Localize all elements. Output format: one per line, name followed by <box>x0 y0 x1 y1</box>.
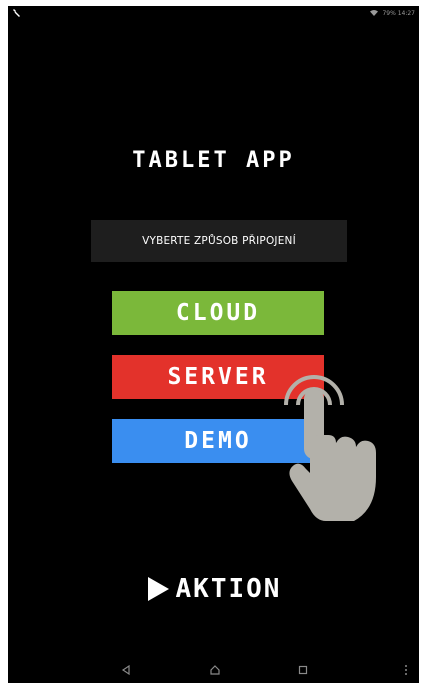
status-text: 79% 14:27 <box>382 9 415 17</box>
status-bar: 79% 14:27 <box>8 6 419 20</box>
tablet-screen: 79% 14:27 TABLET APP VYBERTE ZPŮSOB PŘIP… <box>8 6 419 683</box>
play-triangle-icon <box>147 577 169 601</box>
wifi-icon <box>370 10 379 16</box>
wrench-icon <box>13 9 20 17</box>
app-title: TABLET APP <box>132 148 295 173</box>
navigation-bar <box>8 657 419 683</box>
connection-prompt: VYBERTE ZPŮSOB PŘIPOJENÍ <box>142 235 296 247</box>
brand-logo: AKTION <box>8 574 419 604</box>
cloud-button[interactable]: CLOUD <box>112 291 324 335</box>
brand-name: AKTION <box>175 574 282 604</box>
connection-prompt-box: VYBERTE ZPŮSOB PŘIPOJENÍ <box>91 220 347 262</box>
home-icon[interactable] <box>210 665 220 675</box>
hand-pointer-icon <box>284 375 376 521</box>
recents-icon[interactable] <box>298 665 308 675</box>
back-icon[interactable] <box>121 665 131 675</box>
status-indicators: 79% 14:27 <box>370 8 415 18</box>
menu-icon[interactable] <box>404 664 408 676</box>
